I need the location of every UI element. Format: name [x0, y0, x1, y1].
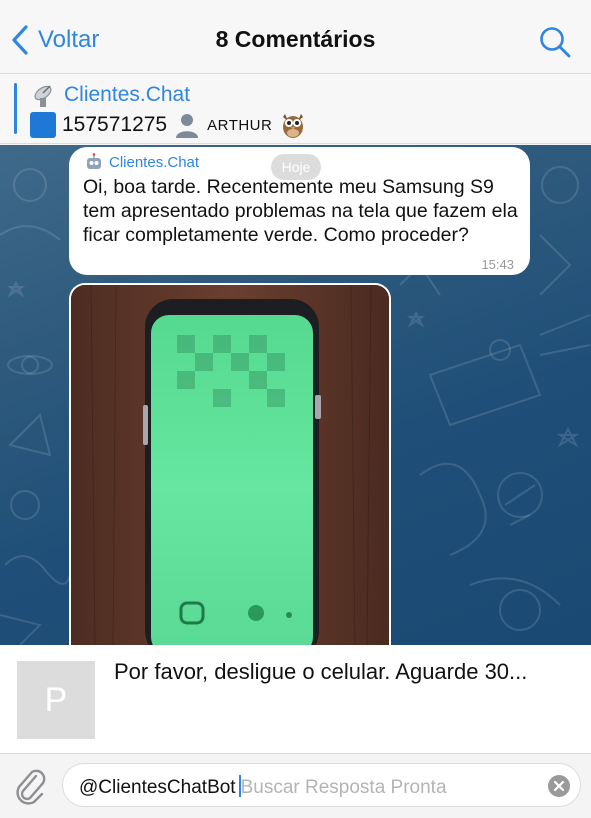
search-icon[interactable]: [537, 24, 573, 60]
owl-icon: [283, 114, 304, 138]
blue-square-icon: [30, 112, 56, 138]
suggested-reply-text[interactable]: Por favor, desligue o celular. Aguarde 3…: [114, 659, 574, 685]
message-sender: Clientes.Chat: [109, 153, 200, 171]
user-silhouette-icon: [176, 114, 199, 138]
back-button[interactable]: Voltar: [10, 22, 99, 58]
input-placeholder: Buscar Resposta Pronta: [240, 777, 447, 798]
navigation-bar: Voltar 8 Comentários: [0, 0, 591, 74]
chat-area[interactable]: Clientes.Chat Oi, boa tarde. Recentement…: [0, 145, 591, 645]
clear-icon[interactable]: [548, 775, 570, 797]
input-bar: @ClientesChatBot Buscar Resposta Pronta: [0, 753, 591, 818]
pinned-message[interactable]: Clientes.Chat 157571275 ARTHUR: [0, 74, 591, 144]
message-input[interactable]: @ClientesChatBot Buscar Resposta Pronta: [62, 763, 581, 807]
pinned-accent-bar: [14, 83, 17, 134]
chevron-left-icon: [12, 25, 28, 55]
message-time: 15:43: [481, 257, 514, 272]
satellite-dish-icon: [34, 85, 52, 107]
pinned-user-name: ARTHUR: [207, 116, 273, 134]
bot-mention: @ClientesChatBot: [79, 777, 236, 798]
message-text: Oi, boa tarde. Recentemente meu Samsung …: [83, 176, 518, 246]
pinned-channel-name: Clientes.Chat: [64, 83, 191, 106]
reply-thumbnail: P: [17, 661, 95, 739]
pinned-number: 157571275: [62, 113, 168, 136]
suggested-reply-panel[interactable]: P Por favor, desligue o celular. Aguarde…: [0, 645, 591, 753]
message-photo[interactable]: [69, 283, 391, 645]
phone-photo: [71, 285, 389, 645]
robot-icon: [87, 153, 101, 169]
paperclip-icon[interactable]: [12, 766, 48, 806]
date-badge: Hoje: [271, 154, 321, 180]
back-label: Voltar: [38, 26, 100, 53]
